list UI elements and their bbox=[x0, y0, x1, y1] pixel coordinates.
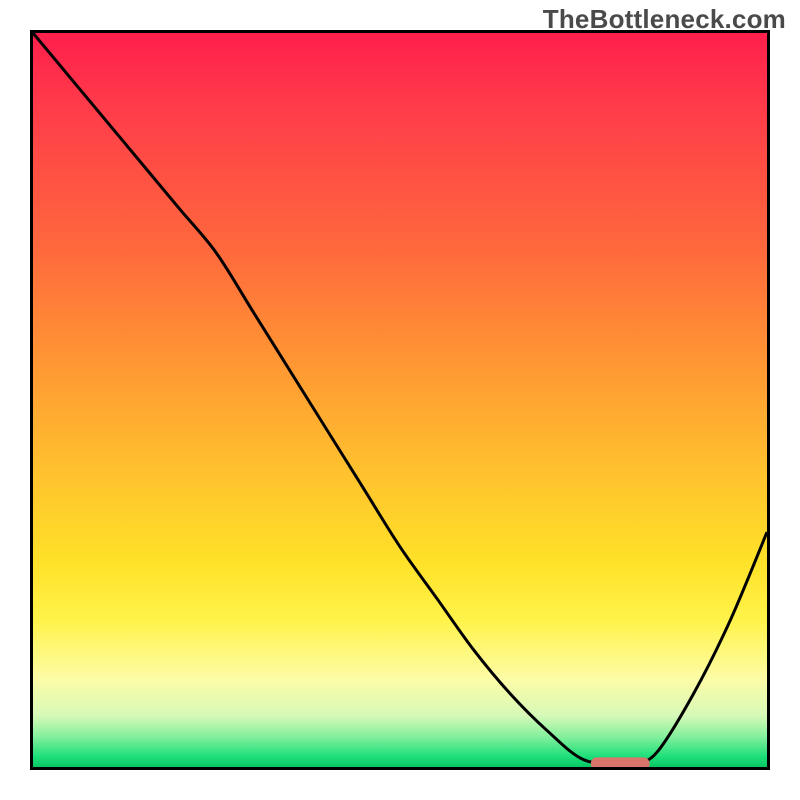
bottleneck-curve bbox=[33, 33, 767, 764]
plot-frame bbox=[30, 30, 770, 770]
chart-overlay bbox=[33, 33, 767, 767]
watermark-text: TheBottleneck.com bbox=[543, 4, 786, 35]
chart-stage: TheBottleneck.com bbox=[0, 0, 800, 800]
highlight-marker bbox=[591, 757, 650, 767]
